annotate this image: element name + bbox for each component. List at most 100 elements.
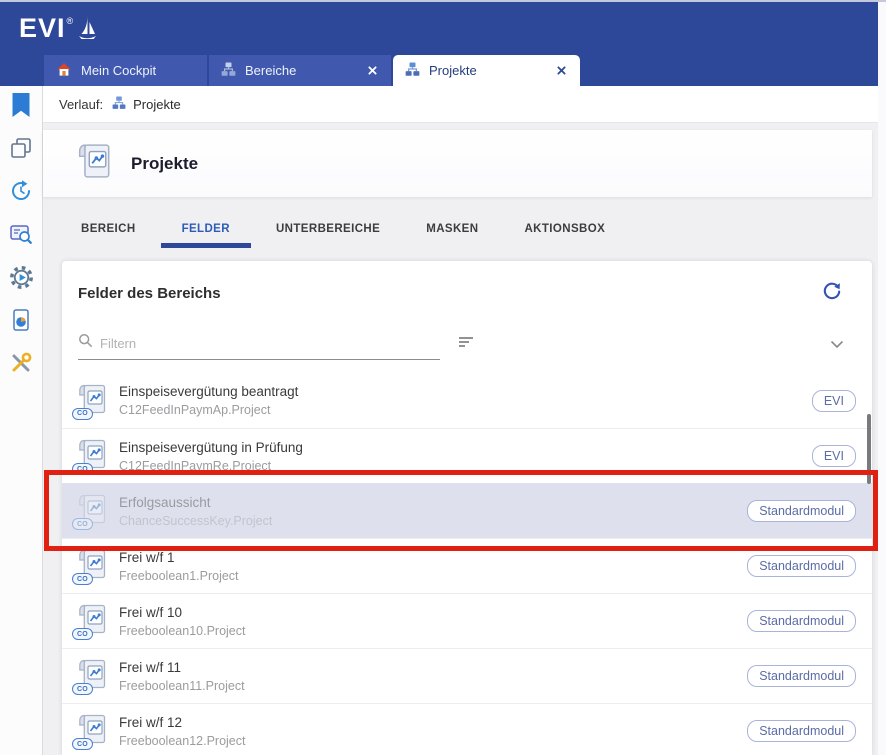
- projects-scroll-icon: [74, 141, 114, 186]
- breadcrumb-label: Verlauf:: [59, 97, 103, 112]
- field-row[interactable]: CO Frei w/f 12 Freeboolean12.Project Sta…: [62, 703, 872, 755]
- sidebar: [0, 86, 43, 755]
- report-pie-icon: [9, 308, 33, 337]
- field-scroll-icon: CO: [75, 492, 111, 530]
- tab-bereiche[interactable]: Bereiche: [209, 55, 391, 86]
- row-subtitle: Freeboolean12.Project: [119, 734, 245, 749]
- app-header: EVI ®: [0, 2, 878, 55]
- field-row[interactable]: CO Einspeisevergütung in Prüfung C12Feed…: [62, 428, 872, 483]
- row-subtitle: Freeboolean1.Project: [119, 569, 239, 584]
- filter-input-wrap[interactable]: [78, 333, 440, 360]
- refresh-icon[interactable]: [822, 281, 842, 306]
- co-badge: CO: [72, 573, 93, 585]
- co-badge: CO: [72, 683, 93, 695]
- sidebar-item-windows[interactable]: [0, 129, 43, 172]
- co-badge: CO: [72, 518, 93, 530]
- co-badge: CO: [72, 408, 93, 420]
- window-top-edge: [0, 0, 886, 2]
- chevron-down-icon[interactable]: [830, 336, 844, 360]
- window-gutter: [878, 0, 886, 755]
- row-title: Einspeisevergütung in Prüfung: [119, 439, 303, 456]
- tab-aktionsbox[interactable]: AKTIONSBOX: [524, 223, 605, 235]
- row-title: Erfolgsaussicht: [119, 494, 272, 511]
- field-scroll-icon: CO: [75, 602, 111, 640]
- app-window: EVI ® Mein Cockpit: [0, 2, 878, 755]
- breadcrumb-item-projekte[interactable]: Projekte: [112, 96, 181, 113]
- sort-icon[interactable]: [457, 335, 475, 360]
- tab-bereich[interactable]: BEREICH: [81, 223, 136, 235]
- module-badge: Standardmodul: [747, 720, 856, 742]
- sidebar-item-report[interactable]: [0, 301, 43, 344]
- breadcrumb: Verlauf: Projekte: [43, 86, 878, 123]
- module-badge: Standardmodul: [747, 500, 856, 522]
- history-icon: [9, 179, 33, 208]
- tab-label: Projekte: [429, 63, 545, 78]
- row-title: Frei w/f 10: [119, 604, 245, 621]
- sidebar-item-history[interactable]: [0, 172, 43, 215]
- field-row[interactable]: CO Einspeisevergütung beantragt C12FeedI…: [62, 373, 872, 428]
- home-icon: [56, 61, 72, 80]
- open-tabs-bar: Mein Cockpit Bereiche Projekte: [0, 55, 878, 86]
- field-scroll-icon: CO: [75, 712, 111, 750]
- tab-label: Bereiche: [245, 63, 356, 78]
- gear-play-icon: [9, 265, 34, 295]
- tab-label: Mein Cockpit: [81, 63, 195, 78]
- co-badge: CO: [72, 463, 93, 475]
- filter-input[interactable]: [100, 336, 440, 351]
- tools-icon: [9, 351, 33, 380]
- field-row[interactable]: CO Erfolgsaussicht ChanceSuccessKey.Proj…: [62, 483, 872, 538]
- row-title: Einspeisevergütung beantragt: [119, 383, 298, 400]
- row-subtitle: C12FeedInPaymAp.Project: [119, 403, 298, 418]
- org-chart-icon: [112, 96, 126, 113]
- row-title: Frei w/f 11: [119, 659, 245, 676]
- main-content: Projekte BEREICH FELDER UNTERBEREICHE MA…: [43, 123, 878, 755]
- sailboat-icon: [75, 14, 99, 47]
- sidebar-item-tools[interactable]: [0, 344, 43, 387]
- row-subtitle: Freeboolean11.Project: [119, 679, 245, 694]
- row-subtitle: ChanceSuccessKey.Project: [119, 514, 272, 529]
- sidebar-item-search-card[interactable]: [0, 215, 43, 258]
- bookmark-icon: [10, 92, 32, 123]
- tab-unterbereiche[interactable]: UNTERBEREICHE: [276, 223, 380, 235]
- tab-masken[interactable]: MASKEN: [426, 223, 478, 235]
- sidebar-item-automation[interactable]: [0, 258, 43, 301]
- field-row[interactable]: CO Frei w/f 1 Freeboolean1.Project Stand…: [62, 538, 872, 593]
- module-badge: Standardmodul: [747, 610, 856, 632]
- evi-logo: EVI ®: [19, 13, 99, 47]
- tab-projekte-active[interactable]: Projekte: [393, 55, 580, 86]
- card-title: Felder des Bereichs: [78, 285, 822, 302]
- logo-registered-mark: ®: [67, 16, 74, 26]
- row-subtitle: C12FeedInPaymRe.Project: [119, 459, 303, 474]
- tab-mein-cockpit[interactable]: Mein Cockpit: [44, 55, 207, 86]
- close-icon[interactable]: [554, 64, 568, 78]
- field-scroll-icon: CO: [75, 547, 111, 585]
- co-badge: CO: [72, 738, 93, 750]
- section-tabs: BEREICH FELDER UNTERBEREICHE MASKEN AKTI…: [81, 223, 605, 235]
- close-icon[interactable]: [365, 64, 379, 78]
- field-scroll-icon: CO: [75, 382, 111, 420]
- field-scroll-icon: CO: [75, 437, 111, 475]
- module-badge: EVI: [812, 445, 856, 467]
- org-chart-icon: [405, 62, 420, 80]
- scrollbar-thumb[interactable]: [867, 414, 871, 484]
- page-title: Projekte: [131, 154, 198, 174]
- row-title: Frei w/f 12: [119, 714, 245, 731]
- module-badge: EVI: [812, 390, 856, 412]
- field-row[interactable]: CO Frei w/f 10 Freeboolean10.Project Sta…: [62, 593, 872, 648]
- field-list: CO Einspeisevergütung beantragt C12FeedI…: [62, 373, 872, 755]
- field-row[interactable]: CO Frei w/f 11 Freeboolean11.Project Sta…: [62, 648, 872, 703]
- co-badge: CO: [72, 628, 93, 640]
- module-badge: Standardmodul: [747, 555, 856, 577]
- sidebar-item-bookmark[interactable]: [0, 86, 43, 129]
- org-chart-icon: [221, 62, 236, 80]
- module-badge: Standardmodul: [747, 665, 856, 687]
- filter-row: [78, 328, 856, 360]
- row-title: Frei w/f 1: [119, 549, 239, 566]
- row-subtitle: Freeboolean10.Project: [119, 624, 245, 639]
- windows-icon: [9, 136, 33, 165]
- page-header: Projekte: [43, 130, 872, 197]
- fields-card: Felder des Bereichs: [62, 261, 872, 755]
- logo-text: EVI: [19, 13, 66, 43]
- search-card-icon: [9, 222, 33, 251]
- tab-felder[interactable]: FELDER: [182, 223, 230, 235]
